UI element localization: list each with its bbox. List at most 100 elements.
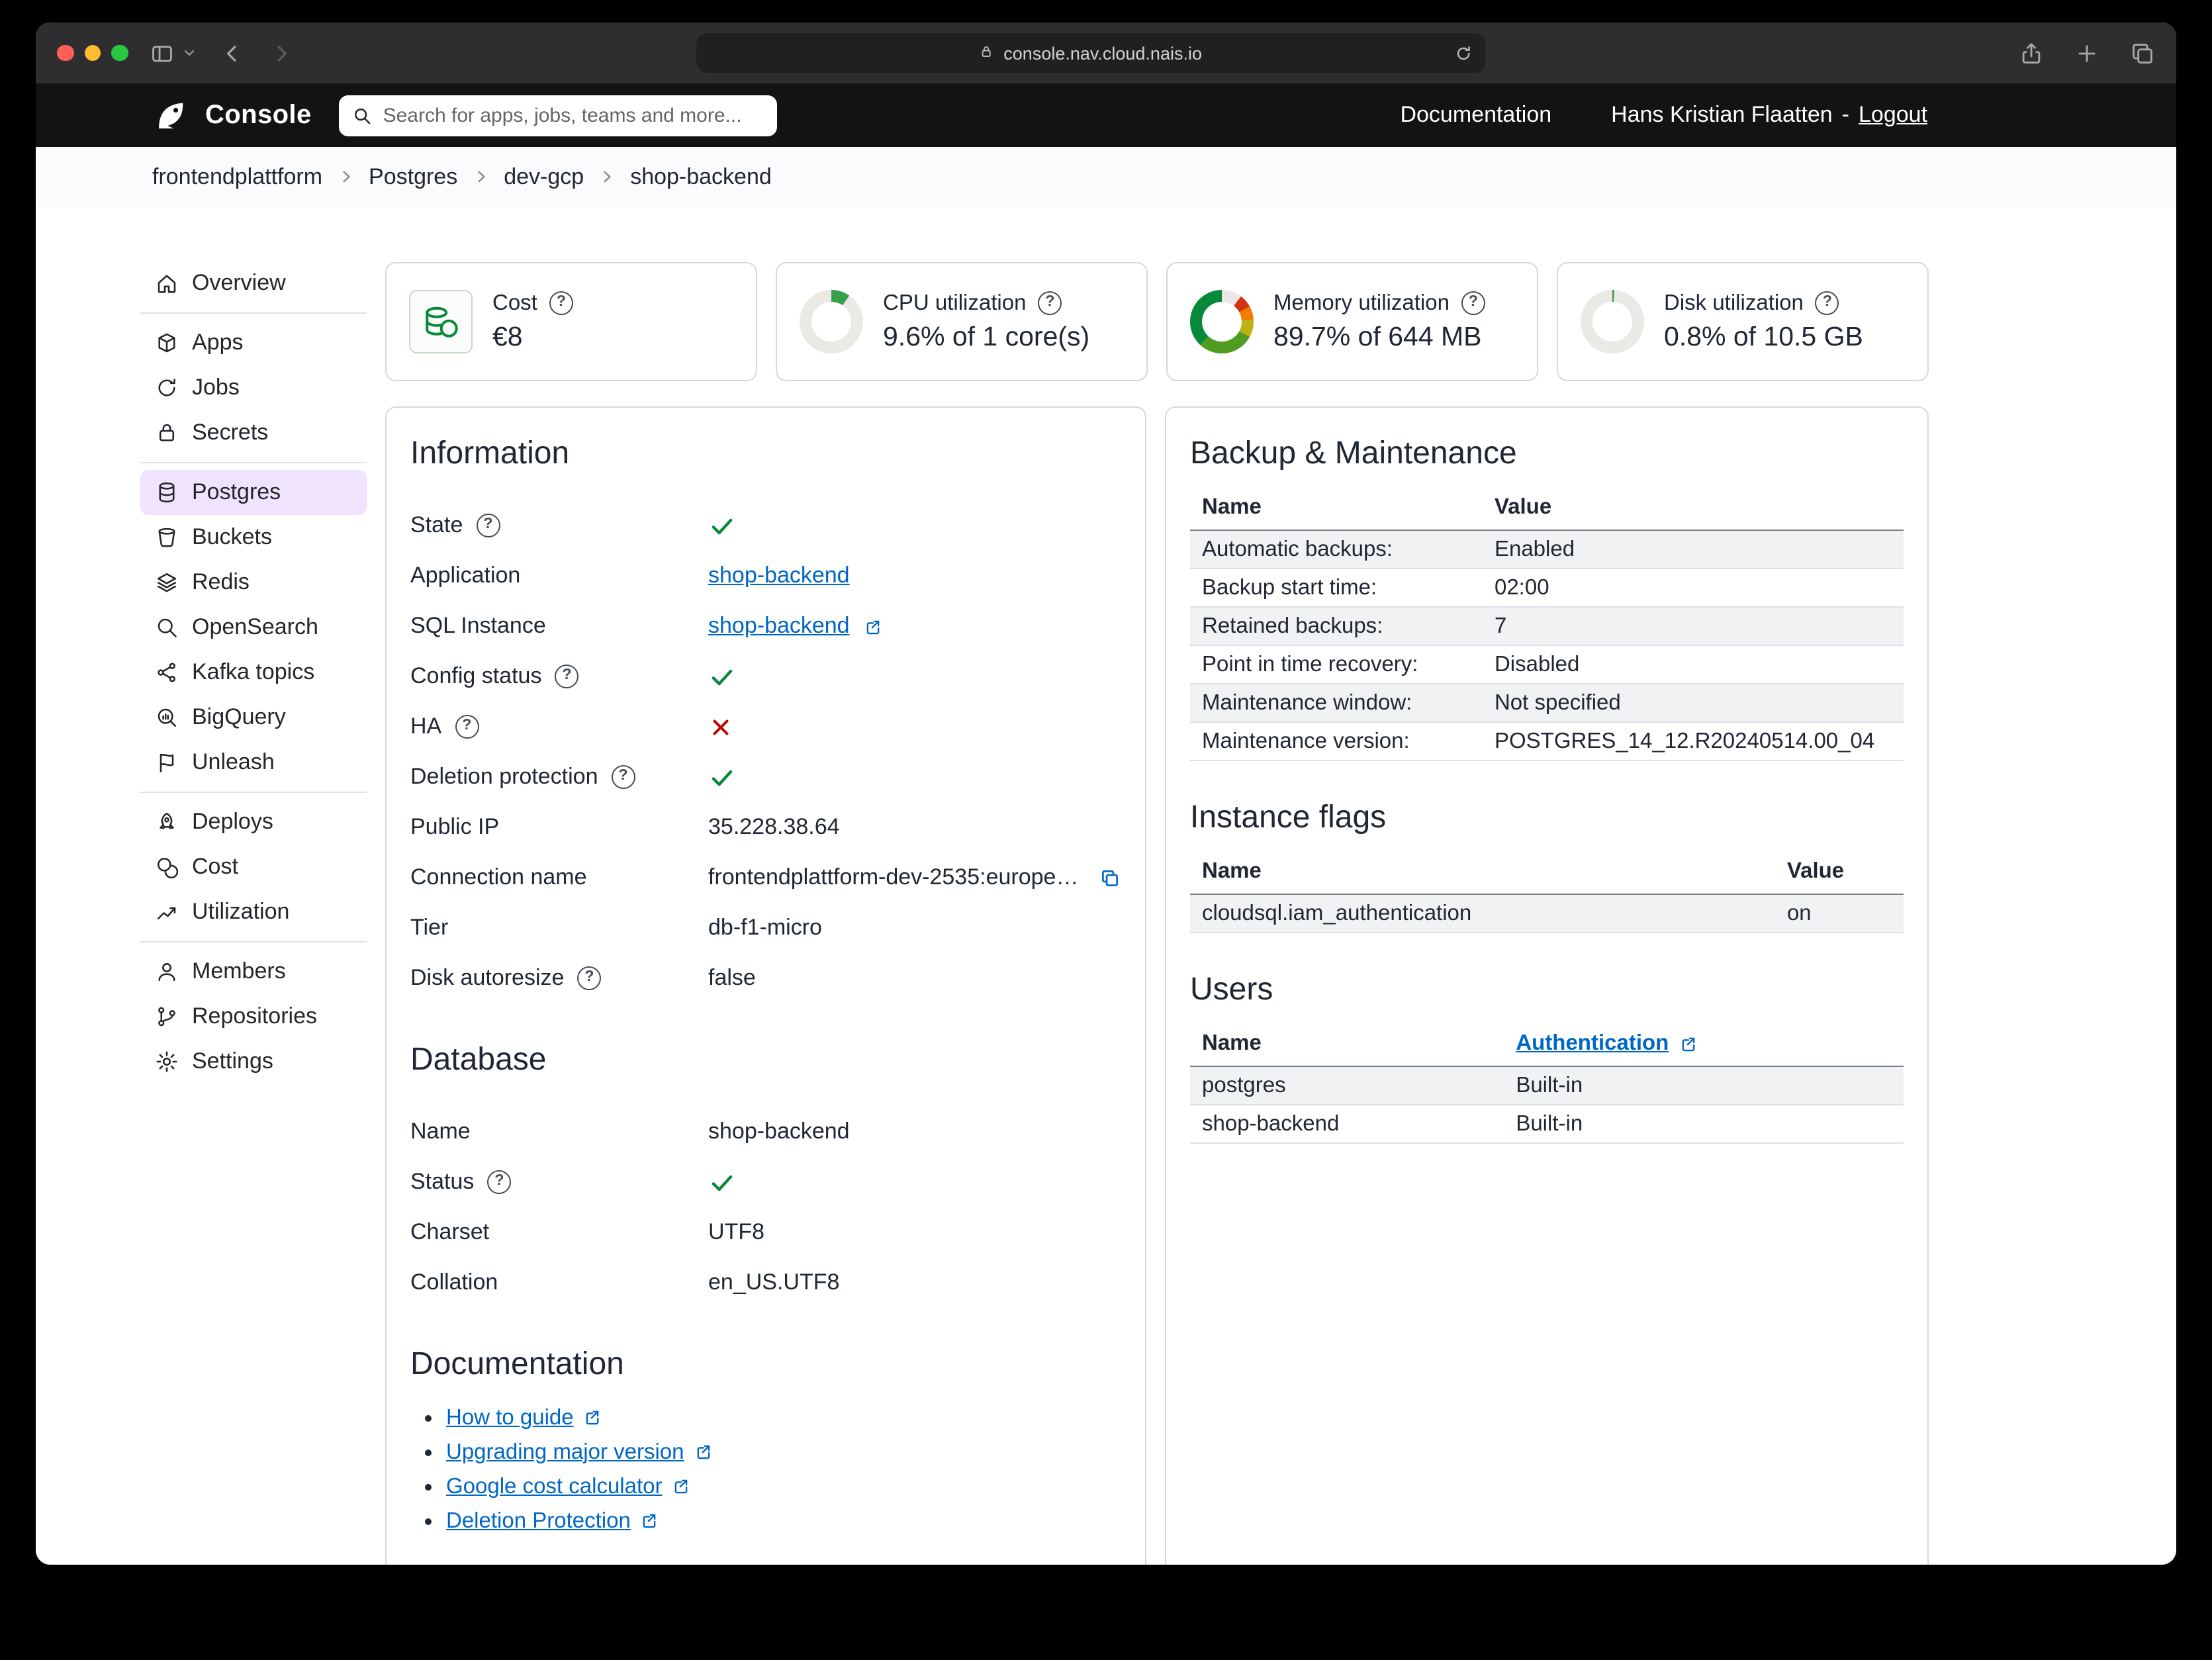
house-icon bbox=[155, 271, 179, 295]
forward-button[interactable] bbox=[268, 40, 293, 66]
chevron-down-icon[interactable] bbox=[182, 46, 195, 60]
sidebar-toggle-icon[interactable] bbox=[149, 40, 174, 66]
sidebar-item-bigquery[interactable]: BigQuery bbox=[140, 695, 367, 740]
minimize-window-button[interactable] bbox=[84, 45, 101, 62]
page-content: Overview Apps Jobs Secrets bbox=[36, 207, 2176, 1565]
cross-icon bbox=[708, 714, 733, 739]
toolbar-right-icons bbox=[2019, 40, 2155, 66]
info-row-config-status: Config status bbox=[410, 651, 1121, 702]
info-row-sql-instance: SQL Instance shop-backend bbox=[410, 601, 1121, 651]
sidebar-item-apps[interactable]: Apps bbox=[140, 320, 367, 365]
application-link[interactable]: shop-backend bbox=[708, 563, 850, 589]
reload-icon[interactable] bbox=[1453, 43, 1473, 67]
breadcrumb: frontendplattform Postgres dev-gcp shop-… bbox=[36, 147, 2176, 207]
users-title: Users bbox=[1190, 972, 1904, 1009]
back-button[interactable] bbox=[219, 40, 244, 66]
sidebar-item-label: Jobs bbox=[192, 375, 240, 401]
breadcrumb-postgres[interactable]: Postgres bbox=[369, 163, 457, 190]
lock-icon bbox=[978, 43, 994, 63]
info-row-connection-name: Connection name frontendplattform-dev-25… bbox=[410, 853, 1121, 903]
sidebar-item-kafka-topics[interactable]: Kafka topics bbox=[140, 650, 367, 695]
sidebar-item-redis[interactable]: Redis bbox=[140, 560, 367, 605]
row-label: State bbox=[410, 512, 463, 539]
sidebar-item-secrets[interactable]: Secrets bbox=[140, 410, 367, 455]
browser-window: console.nav.cloud.nais.io Console bbox=[36, 23, 2176, 1565]
close-window-button[interactable] bbox=[57, 45, 73, 62]
sidebar-item-cost[interactable]: Cost bbox=[140, 845, 367, 890]
sidebar-item-utilization[interactable]: Utilization bbox=[140, 890, 367, 935]
copy-icon[interactable] bbox=[1099, 866, 1121, 889]
zoom-window-button[interactable] bbox=[111, 45, 128, 62]
breadcrumb-env[interactable]: dev-gcp bbox=[504, 163, 584, 190]
external-link-icon bbox=[640, 1510, 660, 1530]
layers-icon bbox=[155, 571, 179, 594]
sql-instance-link[interactable]: shop-backend bbox=[708, 613, 850, 639]
help-icon[interactable] bbox=[1461, 291, 1485, 315]
package-icon bbox=[155, 331, 179, 355]
info-row-public-ip: Public IP 35.228.38.64 bbox=[410, 802, 1121, 853]
address-bar[interactable]: console.nav.cloud.nais.io bbox=[696, 33, 1485, 73]
deletion-protection-link[interactable]: Deletion Protection bbox=[446, 1509, 631, 1533]
sidebar-item-overview[interactable]: Overview bbox=[140, 261, 367, 306]
help-icon[interactable] bbox=[487, 1170, 511, 1194]
users-table: Name Authentication bbox=[1190, 1026, 1904, 1144]
sidebar-item-postgres[interactable]: Postgres bbox=[140, 470, 367, 515]
help-icon[interactable] bbox=[476, 514, 500, 537]
row-label: Charset bbox=[410, 1219, 489, 1246]
row-label: Disk autoresize bbox=[410, 965, 564, 991]
search-icon bbox=[155, 616, 179, 639]
user-name: Hans Kristian Flaatten bbox=[1611, 102, 1833, 128]
sidebar-item-buckets[interactable]: Buckets bbox=[140, 515, 367, 560]
public-ip-value: 35.228.38.64 bbox=[708, 814, 840, 841]
external-link-icon bbox=[583, 1407, 603, 1427]
sidebar-item-jobs[interactable]: Jobs bbox=[140, 365, 367, 410]
sidebar-item-label: Secrets bbox=[192, 420, 268, 446]
stat-label: Disk utilization bbox=[1664, 291, 1804, 316]
git-branch-icon bbox=[155, 1005, 179, 1029]
help-icon[interactable] bbox=[455, 715, 479, 739]
google-cost-calculator-link[interactable]: Google cost calculator bbox=[446, 1475, 663, 1499]
sidebar-item-settings[interactable]: Settings bbox=[140, 1039, 367, 1084]
authentication-link[interactable]: Authentication bbox=[1516, 1031, 1698, 1056]
node-graph-icon bbox=[155, 661, 179, 684]
info-row-tier: Tier db-f1-micro bbox=[410, 903, 1121, 953]
upgrading-major-version-link[interactable]: Upgrading major version bbox=[446, 1440, 684, 1464]
sidebar-item-label: Redis bbox=[192, 569, 250, 596]
column-header-value: Value bbox=[1483, 490, 1904, 530]
sidebar-item-members[interactable]: Members bbox=[140, 949, 367, 994]
new-tab-icon[interactable] bbox=[2074, 40, 2099, 66]
documentation-link[interactable]: Documentation bbox=[1400, 102, 1551, 128]
screenshot-stage: console.nav.cloud.nais.io Console bbox=[0, 0, 2212, 1660]
help-icon[interactable] bbox=[1816, 291, 1839, 315]
help-icon[interactable] bbox=[555, 665, 578, 688]
doc-link-item: How to guide bbox=[446, 1406, 1121, 1431]
how-to-guide-link[interactable]: How to guide bbox=[446, 1406, 574, 1430]
db-row-status: Status bbox=[410, 1157, 1121, 1207]
sidebar-item-unleash[interactable]: Unleash bbox=[140, 740, 367, 785]
tab-overview-icon[interactable] bbox=[2130, 40, 2155, 66]
chevron-right-icon bbox=[472, 168, 489, 185]
main-area: Cost €8 CPU utilization bbox=[385, 207, 1929, 1565]
search-input[interactable] bbox=[383, 104, 764, 126]
chevron-right-icon bbox=[598, 168, 616, 185]
help-icon[interactable] bbox=[549, 291, 573, 315]
database-rows: Name shop-backend Status Charset UTF8 bbox=[410, 1107, 1121, 1308]
share-icon[interactable] bbox=[2019, 40, 2044, 66]
breadcrumb-instance[interactable]: shop-backend bbox=[630, 163, 772, 190]
sidebar-item-repositories[interactable]: Repositories bbox=[140, 994, 367, 1039]
sidebar-item-label: Kafka topics bbox=[192, 659, 314, 686]
help-icon[interactable] bbox=[577, 966, 601, 990]
row-label: Config status bbox=[410, 663, 541, 690]
sidebar-item-deploys[interactable]: Deploys bbox=[140, 800, 367, 845]
table-row: cloudsql.iam_authenticationon bbox=[1190, 894, 1904, 933]
sidebar-item-opensearch[interactable]: OpenSearch bbox=[140, 605, 367, 650]
breadcrumb-team[interactable]: frontendplattform bbox=[152, 163, 322, 190]
cycle-arrows-icon bbox=[155, 376, 179, 400]
help-icon[interactable] bbox=[1038, 291, 1062, 315]
sidebar-item-label: Members bbox=[192, 958, 286, 985]
help-icon[interactable] bbox=[612, 765, 635, 789]
row-label: Name bbox=[410, 1119, 471, 1145]
cpu-donut-chart bbox=[800, 290, 863, 353]
logout-link[interactable]: Logout bbox=[1859, 102, 1927, 128]
information-rows: State Application shop-backend SQL Insta… bbox=[410, 500, 1121, 1003]
